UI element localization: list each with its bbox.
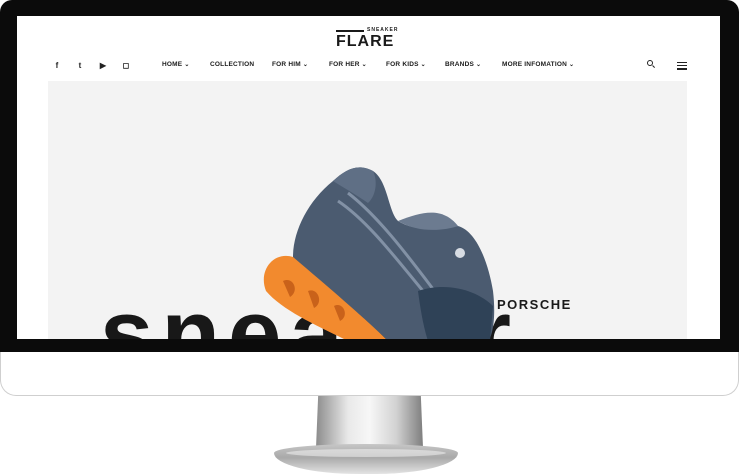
search-icon[interactable]: [647, 60, 656, 69]
nav-item-label: HOME: [162, 61, 183, 68]
nav-item-brands[interactable]: BRANDS ⌄: [445, 61, 502, 68]
nav-item-more-information[interactable]: MORE INFOMATION ⌄: [502, 61, 574, 68]
logo-wordmark: FLARE: [336, 33, 395, 50]
site-logo[interactable]: SNEAKER FLARE: [336, 27, 402, 50]
facebook-icon[interactable]: f: [52, 61, 62, 70]
sneaker-eyelet: [455, 248, 465, 258]
chevron-down-icon: ⌄: [569, 62, 575, 68]
monitor-screen: SNEAKER FLARE f t ▶ ◻ HOME ⌄ COLLECTION F…: [17, 16, 720, 339]
nav-item-for-kids[interactable]: FOR KIDS ⌄: [386, 61, 445, 68]
hero-brand-label: PORSCHE: [497, 297, 572, 312]
chevron-down-icon: ⌄: [302, 62, 309, 68]
main-nav: HOME ⌄ COLLECTION FOR HIM ⌄ FOR HER ⌄ FOR K…: [162, 61, 574, 68]
nav-item-collection[interactable]: COLLECTION: [210, 61, 272, 68]
chevron-down-icon: ⌄: [184, 62, 190, 68]
hamburger-menu-icon[interactable]: [677, 62, 687, 72]
chevron-down-icon: ⌄: [420, 62, 426, 68]
twitter-icon[interactable]: t: [75, 61, 85, 70]
instagram-icon[interactable]: ◻: [121, 61, 131, 70]
nav-item-label: BRANDS: [445, 61, 475, 68]
nav-item-label: FOR HER: [329, 61, 360, 68]
nav-item-label: FOR KIDS: [386, 61, 419, 68]
nav-item-label: COLLECTION: [210, 61, 255, 68]
nav-item-label: MORE INFOMATION: [502, 61, 567, 68]
nav-item-for-him[interactable]: FOR HIM ⌄: [272, 61, 329, 68]
social-links: f t ▶ ◻: [52, 61, 131, 70]
sneaker-image: [263, 167, 495, 339]
monitor-stand-shine: [286, 449, 446, 457]
hero-banner: sneaker PORSCHE: [48, 81, 687, 339]
youtube-icon[interactable]: ▶: [98, 61, 108, 70]
nav-item-label: FOR HIM: [272, 61, 301, 68]
nav-item-home[interactable]: HOME ⌄: [162, 61, 210, 68]
logo-bar: [336, 30, 364, 32]
nav-item-for-her[interactable]: FOR HER ⌄: [329, 61, 386, 68]
chevron-down-icon: ⌄: [361, 62, 367, 68]
monitor-stand-neck: [316, 396, 423, 448]
monitor-chin: [0, 352, 739, 396]
chevron-down-icon: ⌄: [476, 62, 482, 68]
